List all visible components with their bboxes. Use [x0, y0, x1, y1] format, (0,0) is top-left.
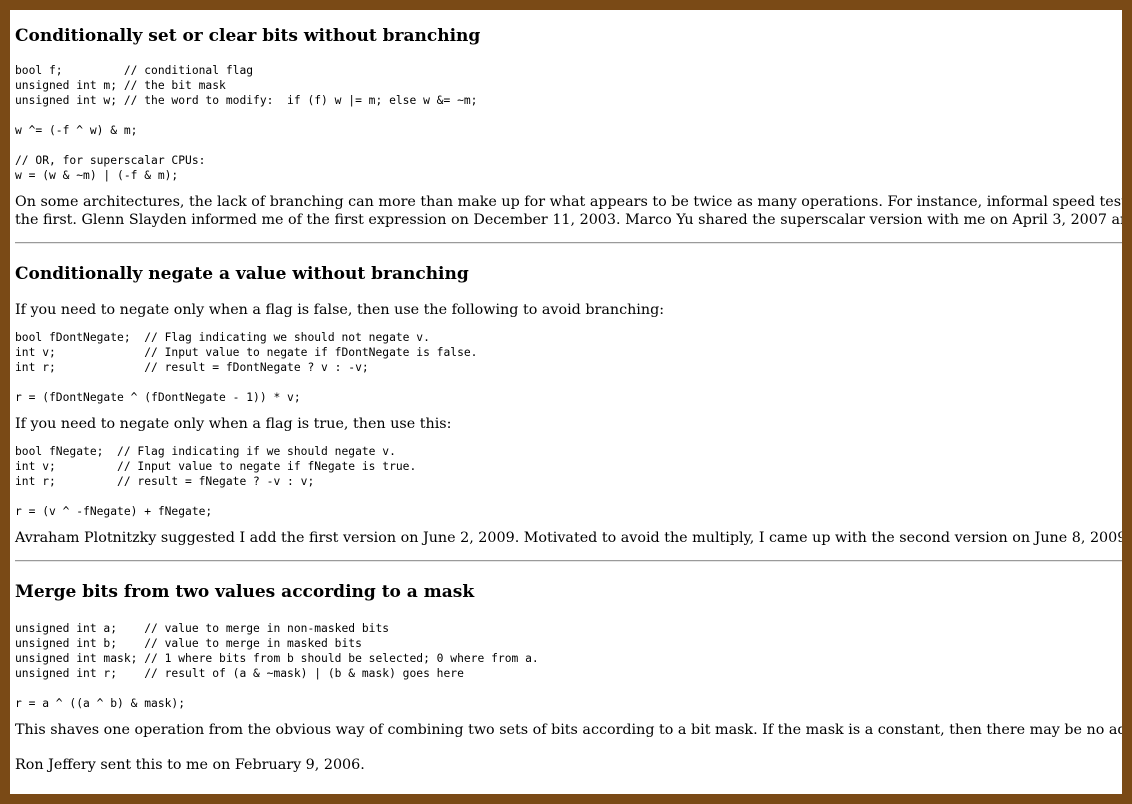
paragraph-line-2: the first. Glenn Slayden informed me of …	[15, 212, 1122, 228]
code-expression: r = (fDontNegate ^ (fDontNegate - 1)) * …	[15, 391, 301, 404]
section-title-set-clear-bits: Conditionally set or clear bits without …	[15, 26, 481, 46]
paragraph-merge-bits: This shaves one operation from the obvio…	[15, 722, 1122, 738]
code-declarations: bool fDontNegate; // Flag indicating we …	[15, 331, 478, 374]
section-title-merge-bits: Merge bits from two values according to …	[15, 582, 475, 602]
paragraph-merge-bits-credit: Ron Jeffery sent this to me on February …	[15, 757, 365, 773]
code-expression: w ^= (-f ^ w) & m;	[15, 124, 138, 137]
paragraph-set-clear-bits: On some architectures, the lack of branc…	[15, 193, 1122, 229]
page-content: Conditionally set or clear bits without …	[15, 10, 1122, 774]
section-divider	[15, 242, 1122, 244]
paragraph-negate-credit: Avraham Plotnitzky suggested I add the f…	[15, 530, 1122, 546]
code-block-merge-bits: unsigned int a; // value to merge in non…	[15, 621, 1122, 711]
code-block-negate-true-flag: bool fNegate; // Flag indicating if we s…	[15, 444, 1122, 519]
paragraph-negate-intro: If you need to negate only when a flag i…	[15, 302, 665, 318]
code-declarations: bool fNegate; // Flag indicating if we s…	[15, 445, 417, 488]
code-superscalar-alternative: // OR, for superscalar CPUs: w = (w & ~m…	[15, 154, 206, 182]
code-expression: r = a ^ ((a ^ b) & mask);	[15, 697, 186, 710]
code-declarations: unsigned int a; // value to merge in non…	[15, 622, 539, 680]
section-title-negate-value: Conditionally negate a value without bra…	[15, 264, 469, 284]
paragraph-line-1: On some architectures, the lack of branc…	[15, 194, 1122, 210]
code-block-set-clear-bits: bool f; // conditional flag unsigned int…	[15, 63, 1122, 183]
code-declarations: bool f; // conditional flag unsigned int…	[15, 64, 478, 107]
code-expression: r = (v ^ -fNegate) + fNegate;	[15, 505, 213, 518]
code-block-negate-false-flag: bool fDontNegate; // Flag indicating we …	[15, 330, 1122, 405]
paragraph-negate-intro-2: If you need to negate only when a flag i…	[15, 416, 452, 432]
page-frame: Conditionally set or clear bits without …	[10, 10, 1122, 794]
section-divider	[15, 560, 1122, 562]
